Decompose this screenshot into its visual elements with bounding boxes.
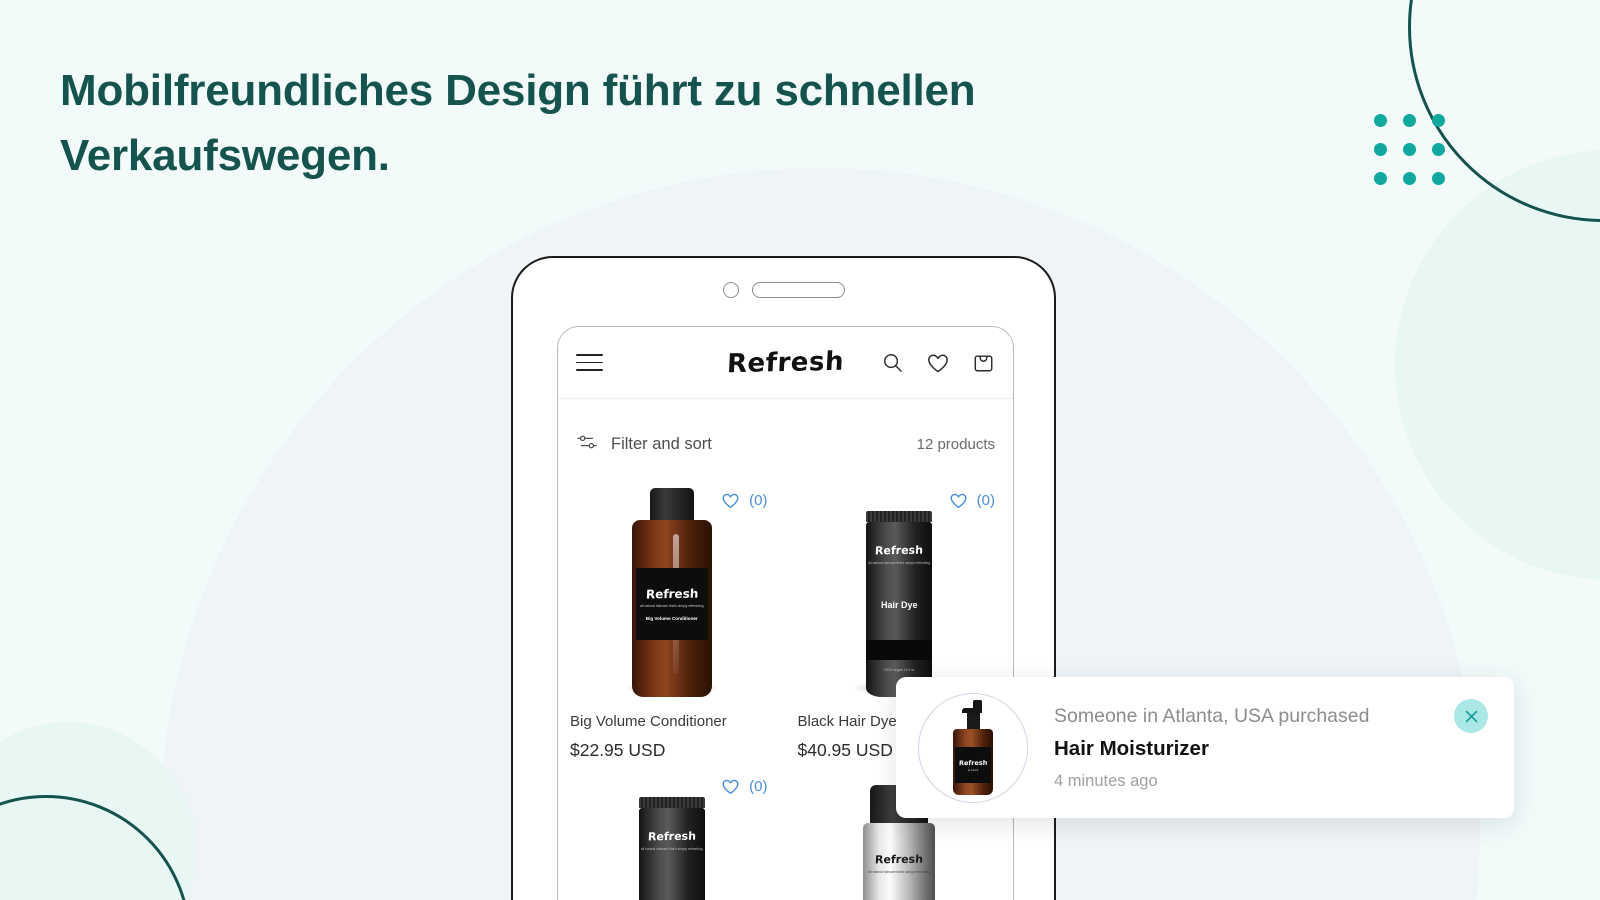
brown-conditioner-bottle: Refresh all natural haircare that's simp… [631, 488, 712, 697]
bottle-subtitle: all natural haircare that's simply refre… [640, 604, 704, 609]
phone-notch [513, 282, 1054, 298]
spray-subtitle: all natural haircare that's simply refre… [868, 870, 931, 874]
product-title: Big Volume Conditioner [570, 713, 727, 730]
header-icon-group [881, 351, 995, 375]
wishlist-toggle[interactable]: (0) [949, 491, 995, 510]
tube-subtitle: all natural haircare that's simply refre… [868, 561, 931, 565]
tube-brand: Refresh [647, 829, 697, 844]
filter-bar: Filter and sort 12 products [558, 413, 1013, 475]
product-image: Refresh all natural haircare that's simp… [570, 761, 774, 900]
dot-grid-icon [1374, 114, 1445, 185]
close-x-icon[interactable] [1454, 699, 1488, 733]
page-root: Mobilfreundliches Design führt zu schnel… [0, 0, 1600, 900]
hamburger-menu-icon[interactable] [576, 353, 603, 372]
black-tube-small: Refresh all natural haircare that's simp… [638, 797, 705, 900]
page-title: Mobilfreundliches Design führt zu schnel… [60, 66, 976, 181]
background-mint-circle-top-right [1395, 150, 1600, 580]
product-image: Refresh all natural haircare that's simp… [570, 475, 774, 697]
search-icon[interactable] [881, 351, 904, 374]
purchase-notification-toast[interactable]: Refresh all natural Someone in Atlanta, … [896, 677, 1514, 818]
black-tube: Refresh all natural haircare that's simp… [866, 511, 933, 697]
product-image: Refresh all natural haircare that's simp… [798, 475, 1002, 697]
speaker-pill-icon [751, 282, 845, 298]
wishlist-count: (0) [749, 778, 768, 795]
product-price: $22.95 USD [570, 740, 666, 760]
filter-and-sort-button[interactable]: Filter and sort [576, 432, 712, 457]
product-thumbnail: Refresh all natural [918, 692, 1028, 803]
heart-outline-icon [721, 491, 740, 510]
tube-product-name: Hair Dye [880, 599, 918, 610]
tube-subtitle: all natural haircare that's simply refre… [640, 847, 703, 851]
heart-outline-icon [721, 777, 740, 796]
background-mint-circle-bottom-left [0, 722, 196, 900]
toast-eyebrow: Someone in Atlanta, USA purchased [1054, 704, 1370, 727]
wishlist-count: (0) [976, 492, 995, 509]
background-ring-bottom-left [0, 795, 191, 900]
store-header: Refresh [558, 327, 1013, 399]
wishlist-toggle[interactable]: (0) [721, 777, 768, 796]
tube-footnote: 100% vegan 12 fl oz [883, 668, 915, 672]
wishlist-toggle[interactable]: (0) [721, 491, 768, 510]
product-count: 12 products [916, 435, 995, 453]
cart-icon[interactable] [972, 351, 995, 374]
bottle-product-name: Big Volume Conditioner [645, 615, 698, 621]
product-card[interactable]: Refresh all natural haircare that's simp… [558, 475, 786, 761]
spray-brand: Refresh [874, 852, 924, 867]
heart-outline-icon [949, 491, 968, 510]
tube-brand: Refresh [874, 543, 924, 558]
camera-dot-icon [722, 282, 739, 298]
heart-icon[interactable] [926, 351, 950, 375]
filter-and-sort-label: Filter and sort [611, 434, 712, 453]
thumb-brand: Refresh [958, 758, 988, 767]
product-card[interactable]: Refresh all natural haircare that's simp… [558, 761, 786, 900]
thumb-subtitle: all natural [967, 768, 979, 772]
wishlist-count: (0) [749, 492, 768, 509]
background-ring-top-right [1408, 0, 1600, 222]
toast-product-name: Hair Moisturizer [1054, 736, 1209, 760]
filter-sliders-icon [576, 432, 598, 457]
toast-timestamp: 4 minutes ago [1054, 771, 1158, 790]
bottle-brand: Refresh [645, 586, 699, 602]
toast-text-block: Someone in Atlanta, USA purchased Hair M… [1054, 705, 1454, 791]
